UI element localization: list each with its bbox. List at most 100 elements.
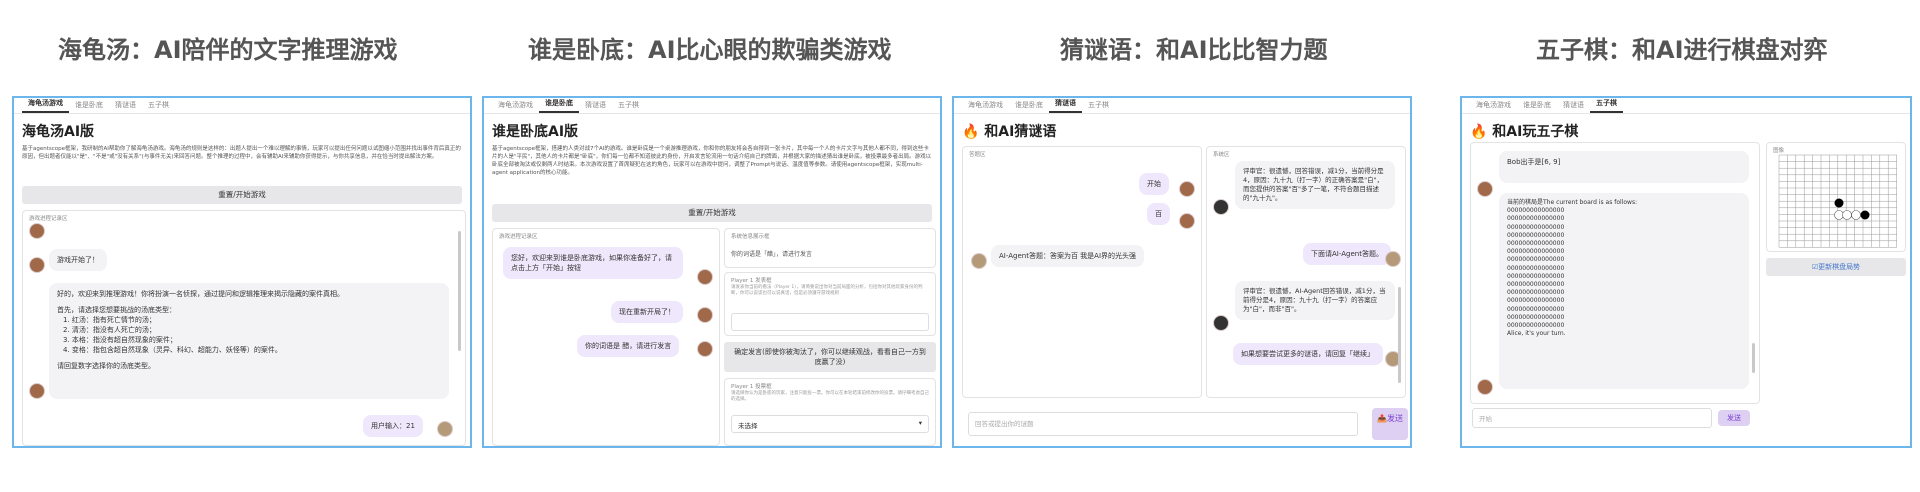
vote-select[interactable]: 未选择 ▾: [731, 415, 929, 433]
user-avatar: [1179, 181, 1195, 197]
tab-undercover[interactable]: 谁是卧底: [69, 100, 109, 113]
title-undercover: 谁是卧底：AI比心眼的欺骗类游戏: [528, 36, 892, 64]
page-title: 谁是卧底AI版: [492, 124, 579, 140]
vote-select-value: 未选择: [738, 422, 758, 430]
send-button[interactable]: 📤发送: [1372, 408, 1408, 440]
board-row: 000000000000000: [1507, 207, 1565, 215]
agent-avatar: [971, 253, 987, 269]
option-item: 1. 红汤：指有死亡情节的汤；: [63, 316, 156, 324]
restart-button[interactable]: 重置/开始游戏: [492, 204, 932, 222]
system-message: 下面请AI-Agent答题。: [1303, 243, 1391, 265]
chat-log-label: 游戏进程记录区: [499, 234, 538, 240]
tab-turtle-soup[interactable]: 海龟汤游戏: [22, 98, 69, 113]
title-turtle-soup: 海龟汤：AI陪伴的文字推理游戏: [58, 36, 398, 64]
update-board-button[interactable]: ☑更新棋盘局势: [1766, 258, 1906, 276]
tab-undercover[interactable]: 谁是卧底: [1009, 100, 1049, 113]
board-row: 000000000000000: [1507, 231, 1565, 239]
tab-riddle[interactable]: 猜谜语: [1557, 100, 1590, 113]
user-avatar: [1179, 213, 1195, 229]
player-speech-input[interactable]: [731, 313, 929, 331]
scrollbar[interactable]: [1752, 343, 1755, 373]
bot-avatar: [1477, 379, 1493, 395]
page-title: 🔥 和AI猜谜语: [962, 124, 1057, 140]
game-description: 基于agentscope框架，搭建的人类对战7个AI的游戏。谁是卧底是一个桌游推…: [492, 146, 932, 176]
user-message: 开始: [1139, 173, 1169, 195]
bot-avatar: [1477, 181, 1493, 197]
bot-message: 你的词语是 醋，请进行发言: [577, 335, 680, 357]
judge-message: 评审官：很遗憾，AI-Agent回答错误，减1分，当前得分是4，原因：九十九（打…: [1235, 281, 1395, 320]
tab-gomoku[interactable]: 五子棋: [612, 100, 645, 113]
tab-riddle[interactable]: 猜谜语: [579, 100, 612, 113]
player-speech-box: Player 1 发表框 请发表你当前的看法（Player 1），请简要说出你对…: [724, 272, 936, 336]
board-row: 000000000000000: [1507, 305, 1565, 313]
tab-turtle-soup[interactable]: 海龟汤游戏: [962, 100, 1009, 113]
bot-message: 当前的棋局是The current board is as follows: 0…: [1499, 193, 1749, 389]
chat-log: 游戏进程记录区 游戏开始了！ 好的，欢迎来到推理游戏！你将扮演一名侦探，通过提问…: [22, 210, 466, 446]
system-message: 如果想要尝试更多的谜语，请回复「继续」: [1233, 343, 1383, 365]
board-text: 000000000000000 000000000000000 0000000000…: [1507, 207, 1741, 330]
board-intro: 当前的棋局是The current board is as follows:: [1507, 199, 1638, 206]
tab-turtle-soup[interactable]: 海龟汤游戏: [1470, 100, 1517, 113]
board-row: 000000000000000: [1507, 264, 1565, 272]
system-info-label: 系统信息展示框: [731, 234, 770, 240]
player-speech-label: Player 1 发表框: [731, 278, 772, 284]
option-item: 2. 清汤：指没有人死亡的汤；: [63, 326, 156, 334]
scrollbar[interactable]: [458, 231, 461, 351]
bot-avatar: [697, 269, 713, 285]
board-row: 000000000000000: [1507, 248, 1565, 256]
scrollbar[interactable]: [1398, 287, 1401, 383]
system-area: 系统区 评审官：很遗憾，回答错误，减1分，当前得分是4，原因：九十九（打一字）的…: [1206, 146, 1406, 398]
answer-area: 答题区 开始 百 AI-Agent答题：答案为百 我是AI界的光头强: [962, 146, 1202, 398]
restart-button[interactable]: 重置/开始游戏: [22, 186, 462, 204]
user-message: 百: [1147, 203, 1170, 225]
board-image-box: 图像: [1766, 142, 1906, 252]
tab-riddle[interactable]: 猜谜语: [1049, 98, 1082, 113]
ai-message: 游戏开始了！: [49, 249, 107, 271]
board-row: 000000000000000: [1507, 215, 1565, 223]
tab-undercover[interactable]: 谁是卧底: [539, 98, 579, 113]
system-info-box: 系统信息展示框 你的词语是「醋」，请进行发言: [724, 228, 936, 268]
player-speech-hint: 请发表你当前的看法（Player 1），请简要说出你对当前局面的分析，包括你对其…: [731, 285, 923, 296]
message-text: 首先，请选择您想要挑战的汤底类型：: [57, 306, 176, 314]
tab-undercover[interactable]: 谁是卧底: [1517, 100, 1557, 113]
board-row: 000000000000000: [1507, 223, 1565, 231]
ai-message: 好的，欢迎来到推理游戏！你将扮演一名侦探，通过提问和逻辑推理来揭示隐藏的案件真相…: [49, 283, 449, 399]
option-item: 4. 变格：指包含超自然现象（灵异、科幻、超能力、妖怪等）的案件。: [63, 346, 282, 354]
tab-bar: 海龟汤游戏 谁是卧底 猜谜语 五子棋: [14, 98, 470, 114]
judge-avatar: [1213, 315, 1229, 331]
answer-area-label: 答题区: [969, 152, 986, 158]
bot-avatar: [697, 307, 713, 323]
black-stone: [1834, 198, 1844, 208]
white-stone: [1851, 210, 1861, 220]
white-stone: [1842, 210, 1852, 220]
confirm-speech-button[interactable]: 确定发言(即使你被淘汰了，你可以继续观战，看看自己一方到底赢了没): [724, 342, 936, 372]
agent-message: AI-Agent答题：答案为百 我是AI界的光头强: [991, 245, 1145, 267]
page-title: 海龟汤AI版: [22, 124, 95, 140]
turn-text: Alice, it's your turn.: [1507, 330, 1566, 338]
option-item: 3. 本格：指没有超自然现象的案件；: [63, 336, 177, 344]
tab-gomoku[interactable]: 五子棋: [1590, 98, 1623, 113]
riddle-input[interactable]: 回答或提出你的谜题: [968, 412, 1358, 436]
tab-turtle-soup[interactable]: 海龟汤游戏: [492, 100, 539, 113]
chevron-down-icon: ▾: [918, 419, 922, 427]
send-button[interactable]: 发送: [1718, 410, 1750, 426]
tab-bar: 海龟汤游戏 谁是卧底 猜谜语 五子棋: [954, 98, 1410, 114]
move-input[interactable]: 开始: [1472, 408, 1712, 428]
white-stone: [1834, 210, 1844, 220]
title-gomoku: 五子棋：和AI进行棋盘对弈: [1536, 36, 1828, 64]
panel-undercover: 海龟汤游戏 谁是卧底 猜谜语 五子棋 谁是卧底AI版 基于agentscope框…: [482, 96, 942, 448]
board-row: 000000000000000: [1507, 256, 1565, 264]
judge-message: 评审官：很遗憾，回答错误，减1分，当前得分是4，原因：九十九（打一字）的正确答案…: [1235, 161, 1395, 209]
panel-riddle: 海龟汤游戏 谁是卧底 猜谜语 五子棋 🔥 和AI猜谜语 答题区 开始 百 AI-…: [952, 96, 1412, 448]
gomoku-board[interactable]: [1777, 153, 1899, 249]
bot-message: Bob出手是[6, 9]: [1499, 151, 1749, 183]
ai-avatar: [29, 257, 45, 273]
tab-gomoku[interactable]: 五子棋: [142, 100, 175, 113]
board-row: 000000000000000: [1507, 313, 1565, 321]
board-row: 000000000000000: [1507, 272, 1565, 280]
panel-turtle-soup: 海龟汤游戏 谁是卧底 猜谜语 五子棋 海龟汤AI版 基于agentscope框架…: [12, 96, 472, 448]
tab-riddle[interactable]: 猜谜语: [109, 100, 142, 113]
agent-avatar: [1385, 251, 1401, 267]
tab-gomoku[interactable]: 五子棋: [1082, 100, 1115, 113]
user-message: 用户输入：21: [363, 415, 423, 437]
